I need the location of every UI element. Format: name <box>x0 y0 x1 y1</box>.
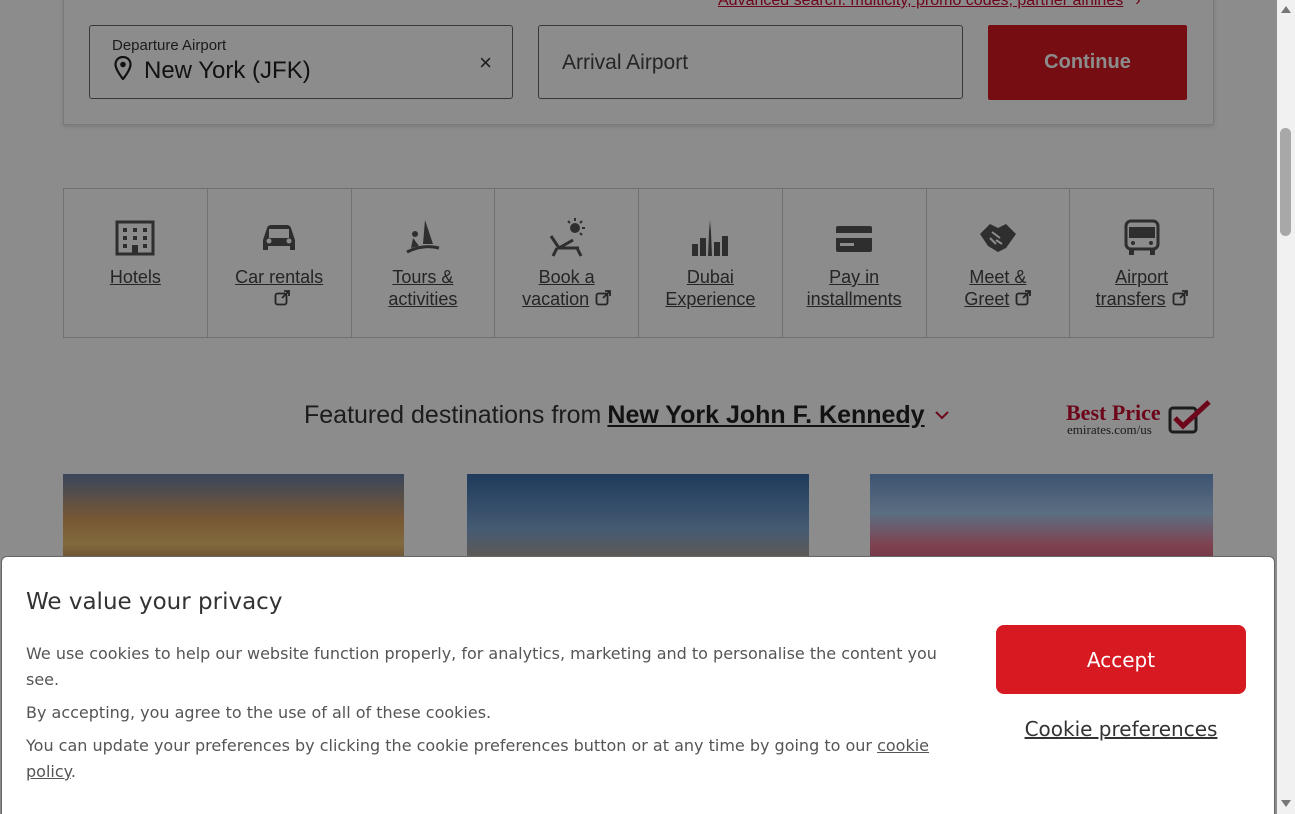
cookie-text-usage: We use cookies to help our website funct… <box>26 644 937 689</box>
scroll-down-arrow-icon[interactable] <box>1281 800 1291 807</box>
scroll-up-arrow-icon[interactable] <box>1281 6 1291 13</box>
accept-button[interactable]: Accept <box>996 625 1246 694</box>
scrollbar-thumb[interactable] <box>1280 128 1291 236</box>
vertical-scrollbar[interactable] <box>1277 0 1295 814</box>
cookie-title: We value your privacy <box>26 589 283 615</box>
cookie-text-preferences: You can update your preferences by click… <box>26 736 929 781</box>
cookie-consent-banner: We value your privacy We use cookies to … <box>1 556 1275 814</box>
cookie-text-accept: By accepting, you agree to the use of al… <box>26 703 492 722</box>
cookie-preferences-link[interactable]: Cookie preferences <box>996 717 1246 741</box>
